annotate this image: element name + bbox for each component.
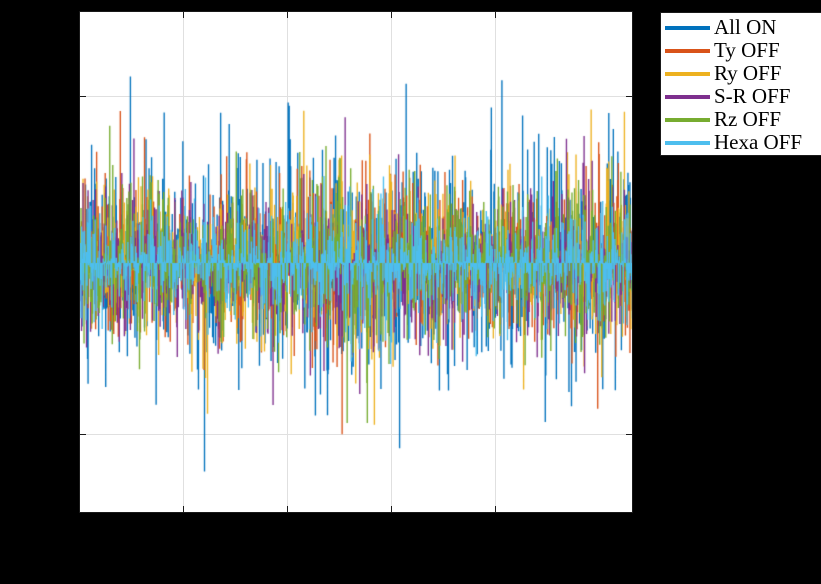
legend-swatch-ry-off	[665, 71, 710, 76]
legend-item-ty-off[interactable]: Ty OFF	[661, 39, 821, 62]
legend-label-ty-off: Ty OFF	[714, 38, 780, 62]
figure-root: All ON Ty OFF Ry OFF S-R OFF Rz OFF Hexa…	[0, 0, 821, 584]
legend-label-hexa-off: Hexa OFF	[714, 130, 803, 154]
legend-swatch-hexa-off	[665, 140, 710, 145]
legend-item-ry-off[interactable]: Ry OFF	[661, 62, 821, 85]
legend-label-ry-off: Ry OFF	[714, 61, 782, 85]
legend-swatch-ty-off	[665, 48, 710, 53]
legend-swatch-all-on	[665, 25, 710, 30]
legend-label-s-r-off: S-R OFF	[714, 84, 791, 108]
legend-swatch-rz-off	[665, 117, 710, 122]
plot-axes	[79, 11, 633, 513]
legend-item-all-on[interactable]: All ON	[661, 16, 821, 39]
legend-item-s-r-off[interactable]: S-R OFF	[661, 85, 821, 108]
legend-item-rz-off[interactable]: Rz OFF	[661, 108, 821, 131]
legend-label-rz-off: Rz OFF	[714, 107, 782, 131]
legend-swatch-s-r-off	[665, 94, 710, 99]
legend: All ON Ty OFF Ry OFF S-R OFF Rz OFF Hexa…	[660, 12, 821, 156]
legend-item-hexa-off[interactable]: Hexa OFF	[661, 131, 821, 154]
legend-label-all-on: All ON	[714, 15, 777, 39]
series-plot-canvas	[80, 12, 632, 512]
